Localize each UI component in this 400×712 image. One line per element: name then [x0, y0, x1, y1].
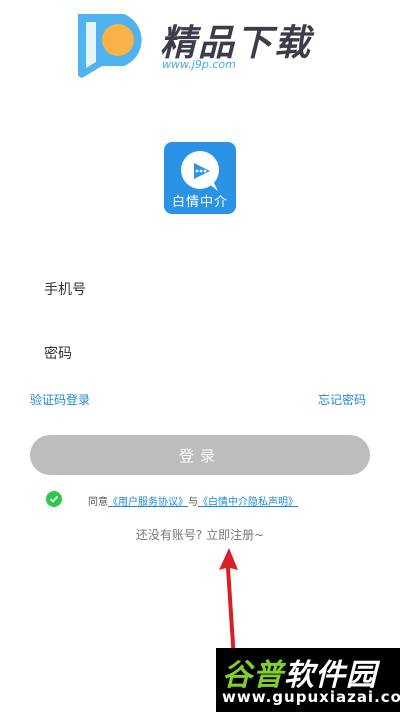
password-field-wrapper	[30, 330, 370, 378]
login-button[interactable]: 登录	[30, 435, 370, 475]
privacy-link[interactable]: 《白情中介隐私声明》	[198, 497, 298, 508]
phone-input[interactable]	[30, 266, 370, 314]
register-row: 还没有账号? 立即注册~	[0, 526, 400, 543]
register-link[interactable]: 立即注册~	[206, 528, 264, 542]
watermark-bottom-url: www.gupuxiazai.com	[222, 688, 400, 706]
agreement-and: 与	[188, 497, 198, 508]
password-input[interactable]	[30, 330, 370, 378]
terms-link[interactable]: 《用户服务协议》	[108, 497, 188, 508]
register-prompt: 还没有账号?	[135, 528, 203, 542]
agree-checkbox[interactable]	[46, 491, 62, 507]
watermark-top: 精品下载 www.j9p.com	[72, 8, 332, 80]
p-logo-icon	[78, 14, 142, 78]
watermark-bottom: 谷普软件园 www.gupuxiazai.com	[216, 648, 400, 712]
app-logo: 白情中介	[164, 142, 236, 214]
chat-bubble-icon	[181, 151, 219, 191]
forgot-password-link[interactable]: 忘记密码	[318, 391, 366, 408]
watermark-url: www.j9p.com	[162, 58, 236, 71]
annotation-arrow-icon	[219, 548, 238, 660]
check-icon	[49, 495, 59, 503]
app-name: 白情中介	[171, 195, 228, 210]
agreement-text: 同意《用户服务协议》与《白情中介隐私声明》	[88, 493, 298, 508]
code-login-link[interactable]: 验证码登录	[30, 391, 90, 408]
agreement-prefix: 同意	[88, 497, 108, 508]
agreement-row: 同意《用户服务协议》与《白情中介隐私声明》	[46, 490, 376, 510]
phone-field-wrapper	[30, 266, 370, 314]
